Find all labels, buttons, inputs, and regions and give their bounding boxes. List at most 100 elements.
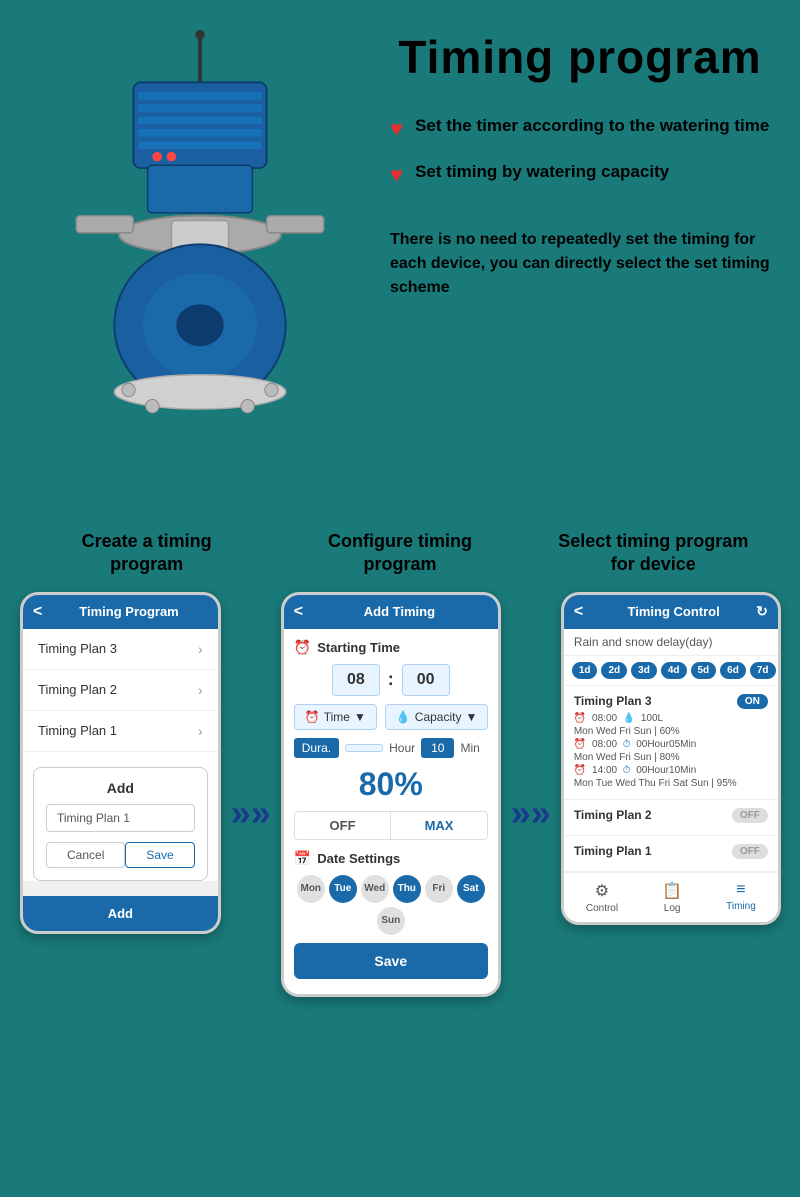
minute-display[interactable]: 00 (402, 664, 450, 696)
phone1-container: < Timing Program Timing Plan 3 › Timing … (20, 592, 221, 934)
plan2-name: Timing Plan 2 (574, 808, 652, 822)
phone3-body: Rain and snow delay(day) 1d 2d 3d 4d 5d … (564, 629, 778, 922)
timing-label: Timing (726, 901, 756, 912)
min-value[interactable]: 10 (421, 738, 454, 758)
phone2-frame: < Add Timing ⏰ Starting Time 08 : 00 (281, 592, 501, 997)
feature-text-2: Set timing by watering capacity (415, 160, 669, 184)
time-display: 08 : 00 (294, 664, 488, 696)
off-max-row: OFF MAX (294, 811, 488, 840)
dura-label: Dura. (294, 738, 339, 758)
off-button[interactable]: OFF (295, 812, 392, 839)
footer-timing-btn[interactable]: ≡ Timing (726, 881, 756, 914)
phone2-back-arrow[interactable]: < (294, 603, 303, 621)
plan1-toggle[interactable]: OFF (732, 844, 768, 859)
phone3-refresh-icon[interactable]: ↻ (756, 603, 768, 620)
plan3-header: Timing Plan 3 ON (574, 694, 768, 709)
plan1-name: Timing Plan 1 (574, 844, 652, 858)
add-modal-input[interactable]: Timing Plan 1 (46, 804, 195, 832)
day-pill-2d[interactable]: 2d (601, 662, 627, 679)
day-fri[interactable]: Fri (425, 875, 453, 903)
day-tue[interactable]: Tue (329, 875, 357, 903)
day-pill-3d[interactable]: 3d (631, 662, 657, 679)
selector-row: ⏰ Time ▼ 💧 Capacity ▼ (294, 704, 488, 730)
phone1-header-title: Timing Program (50, 604, 207, 619)
day-pill-6d[interactable]: 6d (720, 662, 746, 679)
footer-control-btn[interactable]: ⚙ Control (586, 881, 618, 914)
capacity-selector-label: Capacity (415, 710, 462, 724)
step-title-3: Select timing program for device (553, 530, 753, 577)
arrow1-icon: »» (231, 792, 271, 834)
day-sun[interactable]: Sun (377, 907, 405, 935)
device-image-container (30, 30, 370, 430)
day-sat[interactable]: Sat (457, 875, 485, 903)
day-selector-row: 1d 2d 3d 4d 5d 6d 7d (564, 656, 778, 686)
page-title: Timing program (390, 30, 770, 84)
duration-blue-bar (345, 744, 383, 752)
starting-time-label: Starting Time (317, 640, 400, 655)
calendar-icon: 📅 (294, 850, 311, 867)
right-content: Timing program ♥ Set the timer according… (370, 30, 770, 300)
control-icon: ⚙ (595, 881, 609, 901)
feature-list: ♥ Set the timer according to the waterin… (390, 114, 770, 188)
plan2-row: Timing Plan 2 OFF (564, 800, 778, 836)
plan3-detail-6: Mon Tue Wed Thu Fri Sat Sun | 95% (574, 778, 768, 789)
heart-icon-1: ♥ (390, 116, 403, 142)
save-button[interactable]: Save (294, 943, 488, 979)
plan3-detail-3: ⏰ 08:00 ⏱ 00Hour05Min (574, 739, 768, 750)
plan1-row: Timing Plan 1 OFF (564, 836, 778, 872)
phone3-frame: < Timing Control ↻ Rain and snow delay(d… (561, 592, 781, 925)
plan-item-1[interactable]: Timing Plan 1 › (23, 711, 218, 752)
plan-item-2-label: Timing Plan 2 (38, 682, 117, 697)
day-pill-1d[interactable]: 1d (572, 662, 598, 679)
add-modal: Add Timing Plan 1 Cancel Save (33, 767, 208, 881)
device-illustration (50, 30, 350, 430)
modal-cancel-button[interactable]: Cancel (46, 842, 125, 868)
max-button[interactable]: MAX (391, 812, 487, 839)
phone1-footer[interactable]: Add (23, 896, 218, 931)
time-selector[interactable]: ⏰ Time ▼ (294, 704, 377, 730)
heart-icon-2: ♥ (390, 162, 403, 188)
footer-log-btn[interactable]: 📋 Log (662, 881, 682, 914)
control-footer: ⚙ Control 📋 Log ≡ Timing (564, 872, 778, 922)
phone3-back-arrow[interactable]: < (574, 603, 583, 621)
phone2-body: ⏰ Starting Time 08 : 00 ⏰ Time ▼ (284, 629, 498, 994)
day-pill-7d[interactable]: 7d (750, 662, 776, 679)
starting-time-row: ⏰ Starting Time (294, 639, 488, 656)
day-pill-4d[interactable]: 4d (661, 662, 687, 679)
chevron-icon-1: › (198, 723, 203, 739)
day-mon[interactable]: Mon (297, 875, 325, 903)
steps-header: Create a timing program Configure timing… (20, 530, 780, 577)
plan3-detail-4: Mon Wed Fri Sun | 80% (574, 752, 768, 763)
time-dropdown-icon: ▼ (354, 710, 366, 724)
phone1-back-arrow[interactable]: < (33, 603, 42, 621)
day-wed[interactable]: Wed (361, 875, 389, 903)
plan-item-3-label: Timing Plan 3 (38, 641, 117, 656)
add-modal-title: Add (46, 780, 195, 796)
description-text: There is no need to repeatedly set the t… (390, 228, 770, 300)
plan1-header: Timing Plan 1 OFF (574, 844, 768, 859)
plan-item-1-label: Timing Plan 1 (38, 723, 117, 738)
capacity-dropdown-icon: ▼ (465, 710, 477, 724)
hour-display[interactable]: 08 (332, 664, 380, 696)
day-pill-5d[interactable]: 5d (691, 662, 717, 679)
chevron-icon-2: › (198, 682, 203, 698)
plan3-toggle[interactable]: ON (737, 694, 768, 709)
phone3-container: < Timing Control ↻ Rain and snow delay(d… (561, 592, 781, 925)
phone3-header: < Timing Control ↻ (564, 595, 778, 629)
duration-row: Dura. Hour 10 Min (294, 738, 488, 758)
clock-icon: ⏰ (294, 639, 311, 656)
date-settings-row: 📅 Date Settings (294, 850, 488, 867)
date-settings-label: Date Settings (317, 851, 400, 866)
plan2-toggle[interactable]: OFF (732, 808, 768, 823)
control-label: Control (586, 903, 618, 914)
plan-item-3[interactable]: Timing Plan 3 › (23, 629, 218, 670)
plan-item-2[interactable]: Timing Plan 2 › (23, 670, 218, 711)
modal-save-button[interactable]: Save (125, 842, 194, 868)
log-icon: 📋 (662, 881, 682, 901)
day-thu[interactable]: Thu (393, 875, 421, 903)
capacity-selector[interactable]: 💧 Capacity ▼ (385, 704, 489, 730)
plan3-detail-5: ⏰ 14:00 ⏱ 00Hour10Min (574, 765, 768, 776)
feature-item-2: ♥ Set timing by watering capacity (390, 160, 770, 188)
day-buttons: Mon Tue Wed Thu Fri Sat Sun (294, 875, 488, 935)
timing-icon: ≡ (736, 881, 745, 899)
